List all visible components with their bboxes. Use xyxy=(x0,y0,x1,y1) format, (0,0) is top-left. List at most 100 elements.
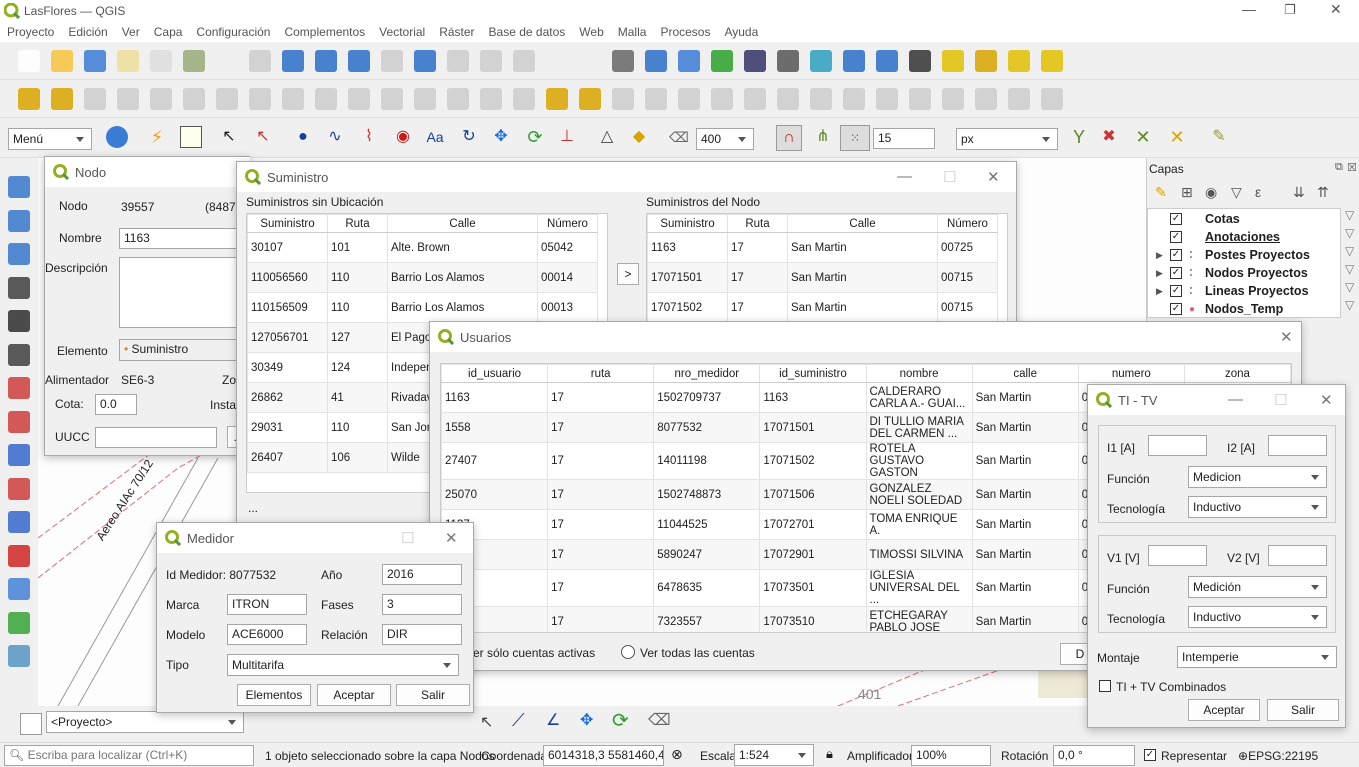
style-manager-icon[interactable] xyxy=(183,50,205,72)
filter-icon[interactable]: ▽ xyxy=(1231,184,1242,201)
new-print-icon[interactable] xyxy=(117,50,139,72)
binoculars-icon[interactable] xyxy=(8,310,30,332)
snapping-icon[interactable] xyxy=(447,88,469,110)
split-icon[interactable]: Y xyxy=(1068,126,1090,148)
hand-icon[interactable] xyxy=(8,276,30,299)
green-x-icon[interactable] xyxy=(8,611,30,634)
descripcion-textarea[interactable] xyxy=(119,257,251,328)
delete-ring-icon[interactable] xyxy=(711,88,733,110)
binoculars-dark-icon[interactable] xyxy=(8,343,30,366)
magnet-icon[interactable]: ∩ xyxy=(776,125,802,151)
add-part-icon[interactable] xyxy=(744,88,766,110)
new-project-icon[interactable] xyxy=(18,50,40,72)
layer-filter-icon[interactable]: ▽ xyxy=(1345,208,1354,222)
simplify-icon[interactable] xyxy=(645,88,667,110)
vertex-icon[interactable] xyxy=(150,88,172,110)
zoom-out-left-icon[interactable] xyxy=(8,243,30,265)
undo-edit-icon[interactable] xyxy=(843,50,865,72)
scale-combo[interactable]: 1:524 xyxy=(734,744,814,766)
radio-all[interactable] xyxy=(621,645,635,659)
tipo-dropdown[interactable]: Multitarifa xyxy=(227,654,459,676)
network-blue-icon[interactable] xyxy=(8,444,30,466)
column-header[interactable]: Ruta xyxy=(727,214,788,233)
layer-checkbox[interactable]: ✓ xyxy=(1170,267,1182,279)
zoom-native-icon[interactable] xyxy=(447,50,469,72)
close-icon[interactable]: ✕ xyxy=(987,168,1000,186)
minimize-icon[interactable]: — xyxy=(1228,391,1243,408)
rotate-icon[interactable]: ↻ xyxy=(458,126,480,148)
select-feature-icon[interactable] xyxy=(180,126,202,148)
python-icon[interactable] xyxy=(678,50,700,72)
merge-icon[interactable] xyxy=(579,88,601,110)
crs-label[interactable]: ⊕EPSG:22195 xyxy=(1238,749,1318,763)
zoom-full-icon[interactable] xyxy=(348,50,370,72)
zoom-layer-icon[interactable] xyxy=(414,50,436,72)
layout-manager-icon[interactable] xyxy=(150,50,172,72)
layer-filter-icon[interactable]: ▽ xyxy=(1345,226,1354,240)
layer-checkbox[interactable]: ✓ xyxy=(1170,303,1182,315)
amp-input[interactable]: 100% xyxy=(911,745,991,766)
menu-item[interactable]: Vectorial xyxy=(372,25,432,39)
layer-item[interactable]: ▶ ✓ ⁚ Postes Proyectos xyxy=(1156,246,1310,264)
network-blue2-icon[interactable] xyxy=(8,511,30,533)
save-edits-icon[interactable] xyxy=(84,88,106,110)
snap-vertex-icon[interactable]: ⋔ xyxy=(812,126,834,148)
table-row[interactable]: 17071501 17 San Martin 00715 xyxy=(647,262,998,293)
coord-input[interactable]: 6014318,3 5581460,4 xyxy=(543,745,664,766)
menu-dropdown[interactable]: Menú xyxy=(8,128,92,150)
table-row[interactable]: 110056560 110 Barrio Los Alamos 00014 xyxy=(247,262,598,293)
eraser-bottom-icon[interactable]: ⌫ xyxy=(648,710,671,730)
layer-checkbox[interactable]: ✓ xyxy=(1170,231,1182,243)
cota-input[interactable]: 0.0 xyxy=(95,394,137,415)
elementos-button[interactable]: Elementos xyxy=(237,684,311,706)
column-header[interactable]: id_suministro xyxy=(759,364,867,383)
save-project-icon[interactable] xyxy=(84,50,106,72)
network-red2-icon[interactable] xyxy=(8,410,30,433)
coord-toggle-icon[interactable]: ⊗ xyxy=(671,746,683,763)
marca-input[interactable]: ITRON xyxy=(227,594,307,615)
column-header[interactable]: Número xyxy=(937,214,998,233)
titv-aceptar-button[interactable]: Aceptar xyxy=(1188,699,1260,721)
select-arrow-icon[interactable]: ↖ xyxy=(480,712,493,732)
users-icon[interactable] xyxy=(106,126,128,148)
column-header[interactable]: nombre xyxy=(865,364,973,383)
pointer-remove-icon[interactable]: ↖ xyxy=(252,126,274,148)
project-dropdown[interactable]: <Proyecto> xyxy=(46,711,244,733)
fill-ring-icon[interactable] xyxy=(678,88,700,110)
layer-checkbox[interactable]: ✓ xyxy=(1170,249,1182,261)
copy-icon[interactable] xyxy=(282,88,304,110)
elemento-field[interactable]: • Suministro xyxy=(119,339,251,361)
menu-item[interactable]: Malla xyxy=(611,25,654,39)
montaje-dropdown[interactable]: Intemperie xyxy=(1177,646,1337,668)
v2-input[interactable] xyxy=(1268,545,1327,566)
menu-item[interactable]: Capa xyxy=(147,25,190,39)
column-header[interactable]: Número xyxy=(537,214,598,233)
error-icon[interactable] xyxy=(8,544,30,567)
temporal-icon[interactable] xyxy=(612,50,634,72)
open-project-icon[interactable] xyxy=(51,50,73,72)
i2-input[interactable] xyxy=(1268,435,1327,456)
relacion-input[interactable]: DIR xyxy=(382,624,462,645)
column-header[interactable]: numero xyxy=(1077,364,1185,383)
select-rect-icon[interactable] xyxy=(942,50,964,72)
edit-pencil-icon[interactable] xyxy=(18,88,40,110)
plugins-icon[interactable] xyxy=(711,50,733,72)
close-icon[interactable]: ✕ xyxy=(1320,391,1333,409)
network-red3-icon[interactable] xyxy=(8,477,30,500)
line-icon[interactable]: ∿ xyxy=(324,126,346,148)
nombre-input[interactable]: 1163 xyxy=(119,228,251,249)
identify-icon[interactable] xyxy=(8,176,30,198)
maximize-icon[interactable]: ☐ xyxy=(401,529,414,547)
attribute-table-icon[interactable] xyxy=(975,50,997,72)
pointer-icon[interactable]: ↖ xyxy=(218,126,240,148)
cut-icon[interactable] xyxy=(249,88,271,110)
reshape-icon[interactable] xyxy=(480,88,502,110)
new-bookmark-icon[interactable] xyxy=(546,50,568,72)
zoom-last-icon[interactable] xyxy=(480,50,502,72)
zoom-selection-icon[interactable] xyxy=(381,50,403,72)
column-header[interactable]: Ruta xyxy=(327,214,388,233)
redo-icon[interactable] xyxy=(381,88,403,110)
expand-arrow-icon[interactable]: ▶ xyxy=(1156,286,1170,297)
column-header[interactable]: ruta xyxy=(547,364,655,383)
layer-item[interactable]: ▶ ✓ ⁚ Lineas Proyectos xyxy=(1156,282,1309,300)
